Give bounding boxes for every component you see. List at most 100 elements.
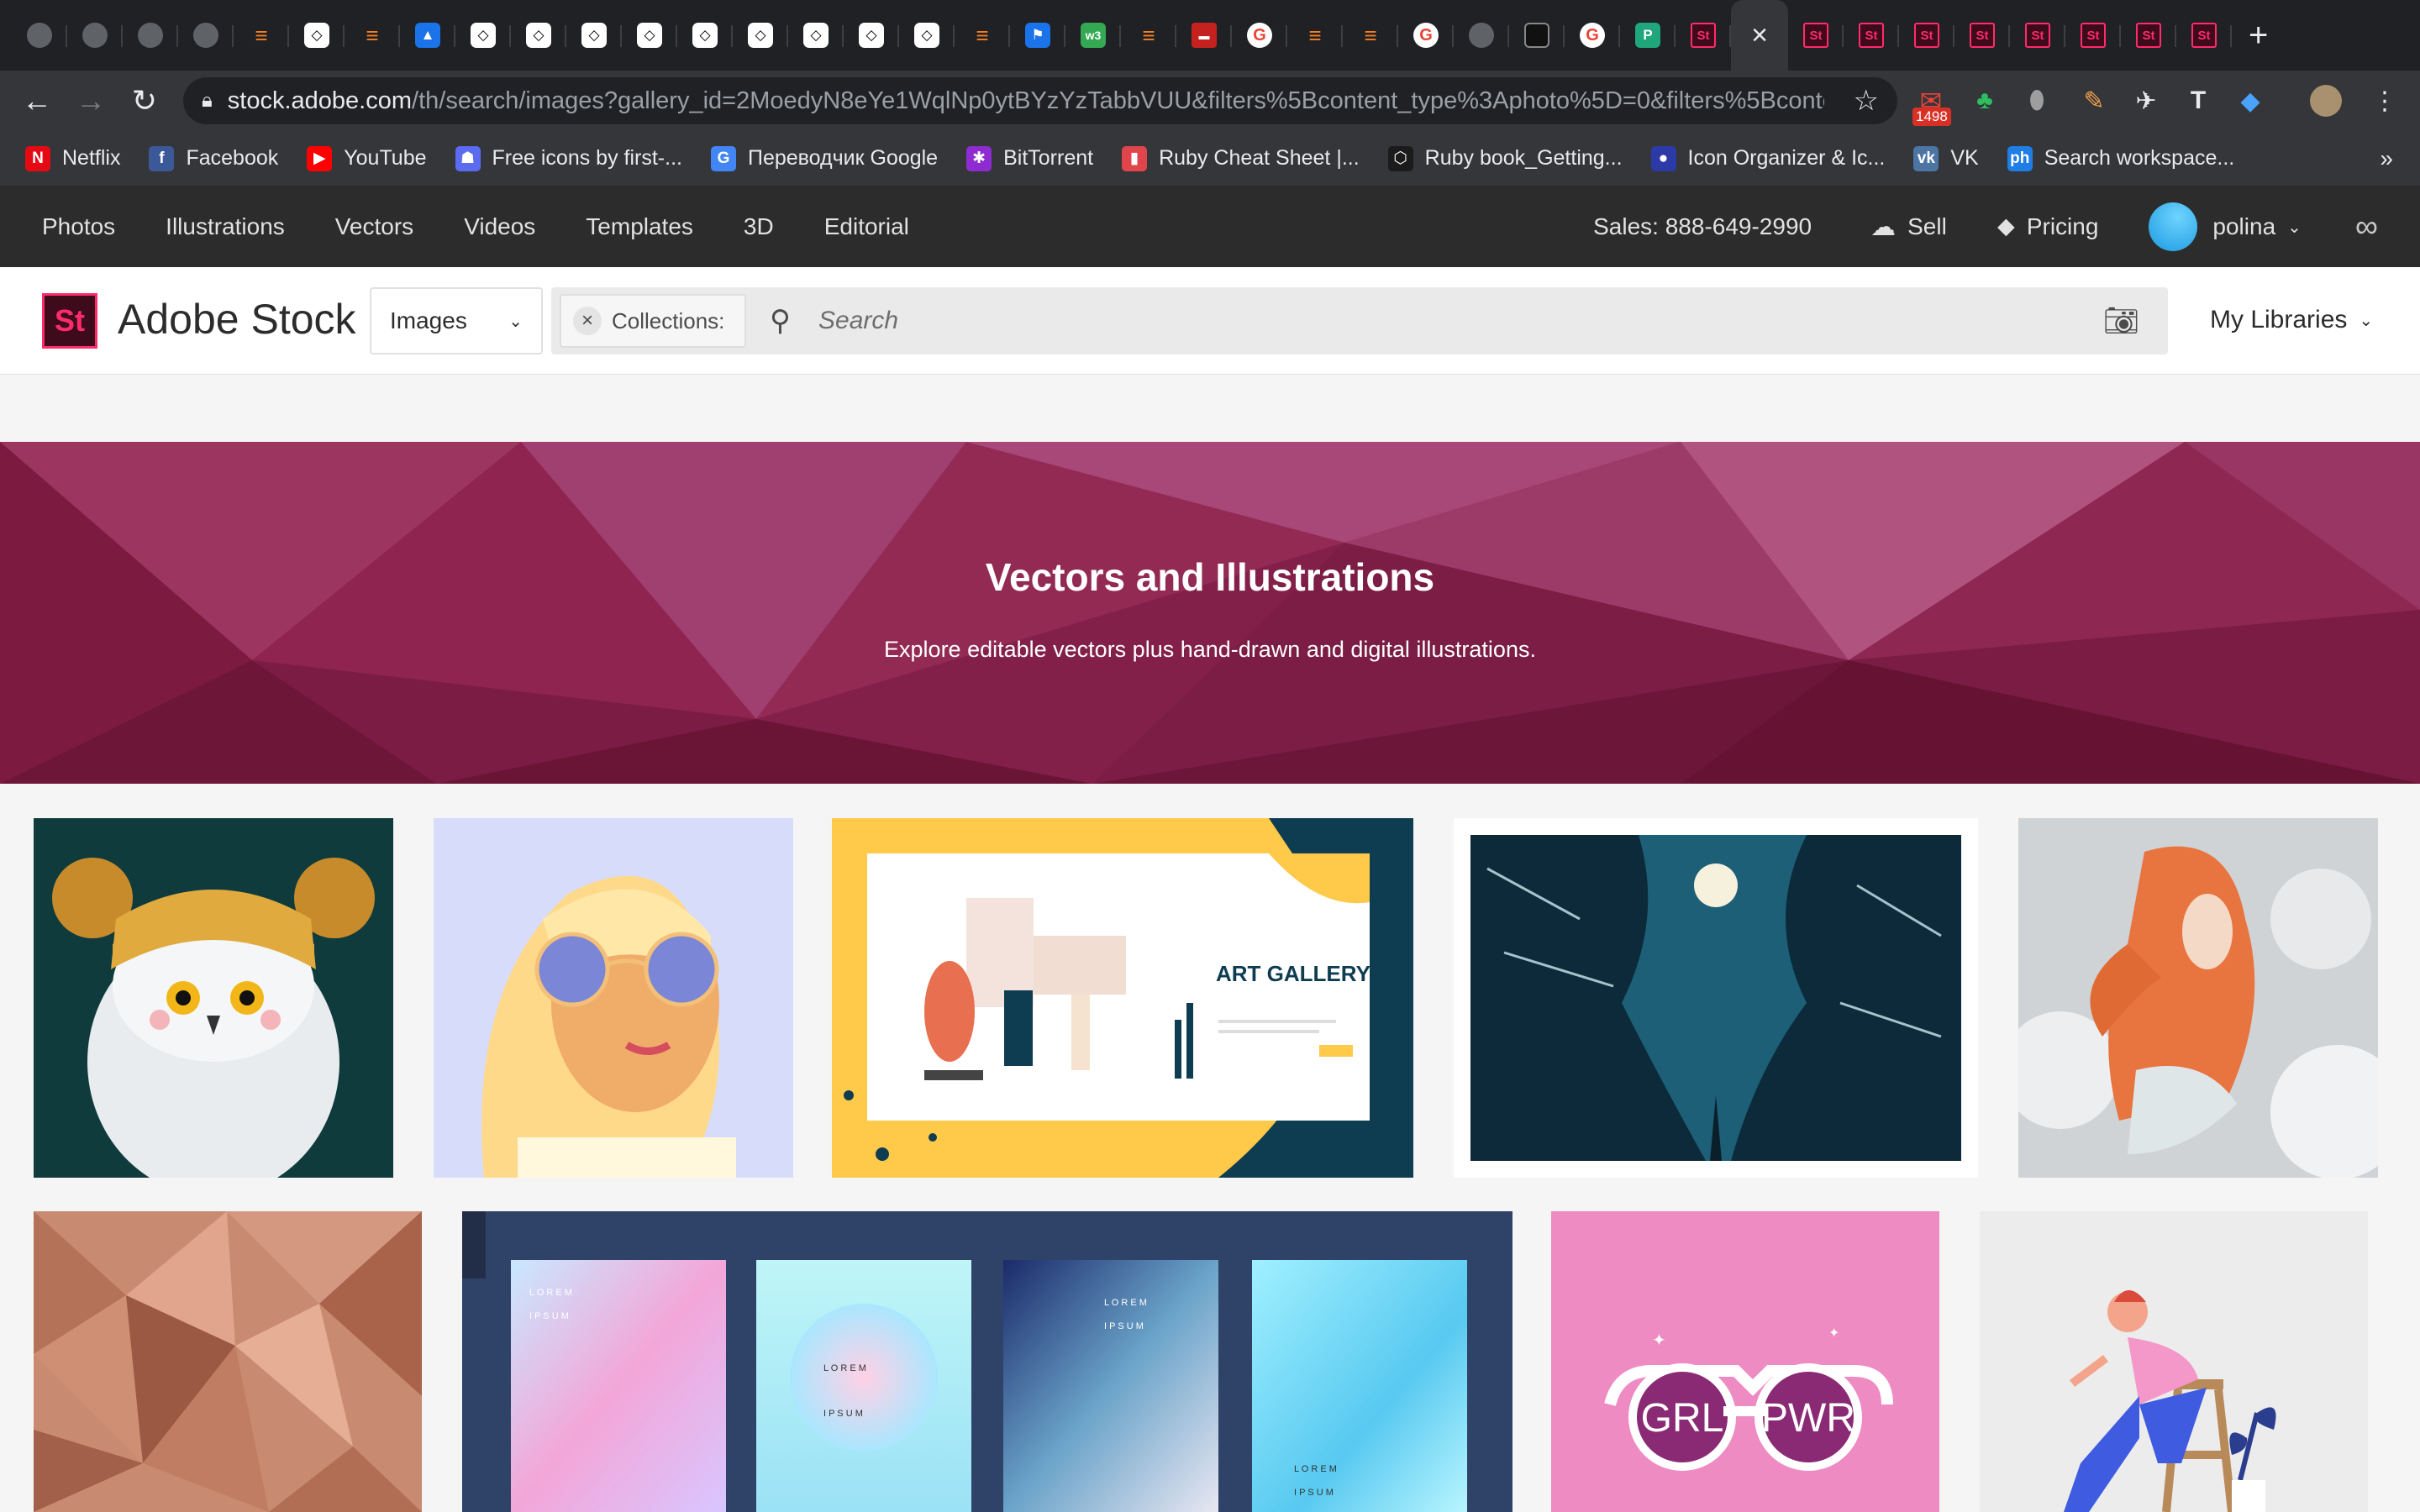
chevron-down-icon: ⌄	[2359, 311, 2374, 330]
browser-tab-5[interactable]: ◇	[289, 0, 345, 71]
browser-tab-24[interactable]: ≡	[1343, 0, 1398, 71]
geometric-pattern-illustration[interactable]	[34, 1211, 422, 1512]
browser-tab-16[interactable]: ◇	[899, 0, 955, 71]
browser-tab-14[interactable]: ◇	[788, 0, 844, 71]
bookmark-item[interactable]: ✱ BitTorrent	[966, 145, 1093, 171]
browser-tab-6[interactable]: ≡	[345, 0, 400, 71]
browser-tab-12[interactable]: ◇	[677, 0, 733, 71]
browser-tab-26[interactable]	[1454, 0, 1509, 71]
text-extension-icon[interactable]: T	[2178, 71, 2218, 131]
nav-editorial[interactable]: Editorial	[824, 213, 909, 240]
tab-favicon-icon: ◇	[581, 23, 607, 48]
person-on-stool-illustration[interactable]	[1980, 1211, 2368, 1512]
browser-tab-7[interactable]: ▲	[400, 0, 455, 71]
eyedropper-extension-icon[interactable]: ✎	[2074, 71, 2114, 131]
gmail-extension-icon[interactable]: ✉ 1498	[1909, 71, 1953, 131]
browser-tab-13[interactable]: ◇	[733, 0, 788, 71]
browser-tab-22[interactable]: G	[1232, 0, 1287, 71]
my-libraries-button[interactable]: My Libraries ⌄	[2210, 306, 2373, 334]
bookmark-item[interactable]: G Переводчик Google	[710, 145, 938, 171]
nav-illustrations[interactable]: Illustrations	[166, 213, 285, 240]
browser-tab-21[interactable]: ▬	[1176, 0, 1232, 71]
nav-vectors[interactable]: Vectors	[335, 213, 413, 240]
back-button[interactable]: ←	[10, 71, 64, 131]
bookmark-item[interactable]: ph Search workspace...	[2007, 145, 2234, 171]
new-tab-button[interactable]: +	[2249, 17, 2268, 55]
address-bar[interactable]: 🔒︎ stock.adobe.com/th/search/images?gall…	[183, 77, 1897, 124]
url-text[interactable]: stock.adobe.com/th/search/images?gallery…	[228, 87, 1824, 115]
bookmark-item[interactable]: ☗ Free icons by first-...	[455, 145, 682, 171]
woman-sunglasses-illustration[interactable]	[434, 818, 793, 1178]
browser-tab-19[interactable]: w3	[1065, 0, 1121, 71]
browser-tab-18[interactable]: ⚑	[1010, 0, 1065, 71]
browser-tab-17[interactable]: ≡	[955, 0, 1010, 71]
bookmark-item[interactable]: vk VK	[1913, 145, 1979, 171]
browser-tab-20[interactable]: ≡	[1121, 0, 1176, 71]
browser-tab-10[interactable]: ◇	[566, 0, 622, 71]
content-type-select[interactable]: Images ⌄	[370, 287, 543, 354]
bookmarks-overflow-button[interactable]: »	[2380, 145, 2393, 172]
browser-tab-23[interactable]: ≡	[1287, 0, 1343, 71]
bookmark-item[interactable]: N Netflix	[25, 145, 120, 171]
browser-tab-2[interactable]	[123, 0, 178, 71]
user-menu[interactable]: polina ⌄	[2149, 202, 2302, 251]
profile-avatar-icon[interactable]	[2306, 71, 2346, 131]
owl-illustration[interactable]	[34, 818, 393, 1178]
sell-link[interactable]: ☁ Sell	[1870, 213, 1947, 242]
bookmark-star-icon[interactable]: ☆	[1854, 84, 1879, 118]
browser-tab-after-5[interactable]: St	[2065, 0, 2121, 71]
close-icon[interactable]: ×	[573, 307, 602, 335]
art-gallery-landing-illustration[interactable]: ART GALLERY	[832, 818, 1413, 1178]
bookmark-item[interactable]: ● Icon Organizer & Ic...	[1650, 145, 1885, 171]
bookmark-item[interactable]: ▮ Ruby Cheat Sheet |...	[1122, 145, 1360, 171]
collections-filter-chip[interactable]: × Collections:	[560, 294, 746, 348]
browser-tab-8[interactable]: ◇	[455, 0, 511, 71]
search-input[interactable]	[818, 299, 2062, 343]
browser-tab-25[interactable]: G	[1398, 0, 1454, 71]
nav-templates[interactable]: Templates	[586, 213, 693, 240]
reload-button[interactable]: ↻	[118, 71, 171, 131]
bookmark-item[interactable]: ▶ YouTube	[307, 145, 427, 171]
browser-tab-3[interactable]	[178, 0, 234, 71]
browser-tab-after-7[interactable]: St	[2176, 0, 2232, 71]
night-canyon-illustration[interactable]	[1454, 818, 1978, 1178]
browser-tab-28[interactable]: G	[1565, 0, 1620, 71]
diamond-extension-icon[interactable]: ◆	[2230, 71, 2270, 131]
browser-tab-0[interactable]	[12, 0, 67, 71]
browser-tab-after-4[interactable]: St	[2010, 0, 2065, 71]
browser-tab-9[interactable]: ◇	[511, 0, 566, 71]
browser-tab-27[interactable]	[1509, 0, 1565, 71]
nav-videos[interactable]: Videos	[464, 213, 535, 240]
browser-tab-after-1[interactable]: St	[1844, 0, 1899, 71]
forward-button[interactable]: →	[64, 71, 118, 131]
browser-tab-after-0[interactable]: St	[1788, 0, 1844, 71]
woman-orange-scarf-illustration[interactable]	[2018, 818, 2378, 1178]
gradient-posters-illustration[interactable]: L O R E M I P S U M L O R E M I P S U M …	[462, 1211, 1512, 1512]
bird-extension-icon[interactable]: ✈	[2126, 71, 2166, 131]
bookmark-item[interactable]: ⬡ Ruby book_Getting...	[1387, 145, 1623, 171]
extension-icon[interactable]: ⬮	[2017, 71, 2057, 131]
creative-cloud-icon[interactable]: ∞	[2355, 209, 2378, 245]
bookmark-item[interactable]: f Facebook	[149, 145, 278, 171]
close-tab-icon[interactable]: ×	[1751, 21, 1768, 50]
browser-tab-after-3[interactable]: St	[1954, 0, 2010, 71]
nav-photos[interactable]: Photos	[42, 213, 115, 240]
grl-pwr-glasses-illustration[interactable]: GRL PWR ✦ ✦	[1551, 1211, 1939, 1512]
browser-tab-30[interactable]: St	[1676, 0, 1731, 71]
browser-tab-after-6[interactable]: St	[2121, 0, 2176, 71]
browser-tab-29[interactable]: P	[1620, 0, 1676, 71]
adobe-stock-logo-icon[interactable]: St	[42, 293, 97, 349]
browser-tab-4[interactable]: ≡	[234, 0, 289, 71]
browser-tab-active[interactable]: ×	[1731, 0, 1788, 71]
menu-kebab-icon[interactable]: ⋮	[2365, 71, 2405, 131]
browser-tab-15[interactable]: ◇	[844, 0, 899, 71]
logo-text[interactable]: Adobe Stock	[118, 295, 356, 344]
pricing-link[interactable]: ⬥ Pricing	[1997, 213, 2099, 241]
browser-tab-1[interactable]	[67, 0, 123, 71]
browser-tab-after-2[interactable]: St	[1899, 0, 1954, 71]
evernote-extension-icon[interactable]: ♣	[1965, 71, 2005, 131]
browser-tab-11[interactable]: ◇	[622, 0, 677, 71]
camera-search-icon[interactable]: 📷︎	[2103, 304, 2139, 338]
nav-3d[interactable]: 3D	[744, 213, 774, 240]
search-icon[interactable]: ⚲	[770, 304, 791, 338]
